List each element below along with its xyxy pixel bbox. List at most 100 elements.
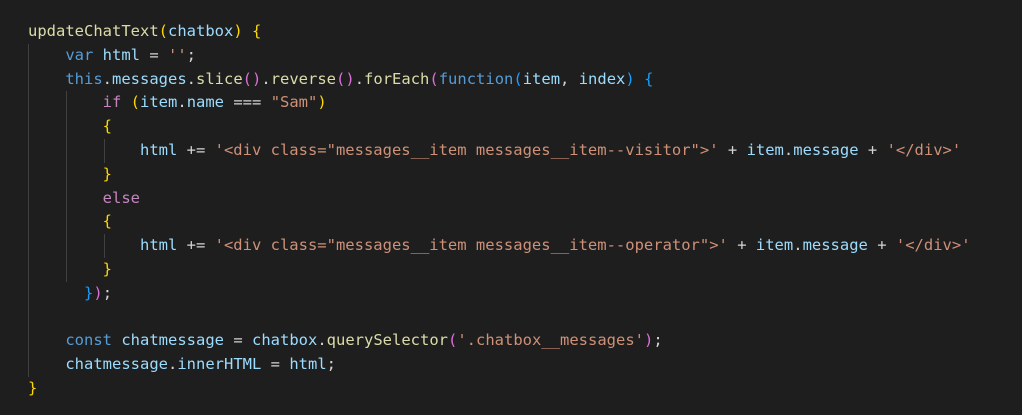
code-token: html <box>139 140 178 159</box>
code-token: += <box>177 236 215 255</box>
code-token: slice <box>196 69 243 88</box>
code-token: . <box>167 355 178 374</box>
code-line[interactable]: chatmessage.innerHTML = html; <box>0 353 1022 377</box>
code-line[interactable]: { <box>0 115 1022 139</box>
code-token: index <box>578 69 626 88</box>
code-token: { <box>102 212 112 231</box>
code-token: } <box>28 378 38 397</box>
code-token: () <box>242 69 262 88</box>
code-token: '</div>' <box>886 140 962 159</box>
code-token: = <box>261 355 290 374</box>
code-token: = <box>224 331 252 350</box>
code-text: const chatmessage = chatbox.querySelecto… <box>28 329 662 353</box>
code-token: html <box>289 355 327 374</box>
code-token: } <box>102 259 112 278</box>
indent-guide <box>28 305 29 330</box>
code-line[interactable]: } <box>0 162 1022 187</box>
code-token: updateChatText <box>28 22 159 40</box>
code-token: { <box>644 69 654 88</box>
code-token: '' <box>168 45 187 64</box>
code-line[interactable]: html += '<div class="messages__item mess… <box>0 234 1022 258</box>
code-text: updateChatText(chatbox) { <box>28 20 261 44</box>
code-token: else <box>102 188 140 207</box>
code-text: html += '<div class="messages__item mess… <box>28 234 971 258</box>
code-token: ) <box>317 93 327 112</box>
code-line[interactable]: const chatmessage = chatbox.querySelecto… <box>0 329 1022 354</box>
code-token: ( <box>448 331 458 350</box>
code-token: ( <box>158 22 168 40</box>
code-token: . <box>261 69 271 88</box>
code-token: html <box>102 45 140 64</box>
code-text: if (item.name === "Sam") <box>28 91 327 115</box>
code-token: item <box>522 69 561 88</box>
code-token: var <box>65 45 94 64</box>
code-token: + <box>858 140 887 159</box>
code-token: . <box>783 140 794 159</box>
code-token: . <box>186 69 196 88</box>
code-line[interactable] <box>0 305 1022 330</box>
code-token: () <box>336 69 355 88</box>
code-line[interactable]: }); <box>0 281 1022 306</box>
code-line[interactable]: } <box>0 257 1022 282</box>
code-token: + <box>727 236 756 255</box>
code-token: '.chatbox__messages' <box>457 331 644 350</box>
code-text: this.messages.slice().reverse().forEach(… <box>28 68 653 92</box>
code-line[interactable]: else <box>0 186 1022 211</box>
code-token: ; <box>186 45 197 64</box>
code-line[interactable]: } <box>0 377 1022 401</box>
code-token: ( <box>513 69 523 88</box>
code-token: item <box>746 140 784 159</box>
code-token: reverse <box>270 69 337 88</box>
code-token: . <box>317 331 327 350</box>
code-token: ) <box>233 22 243 40</box>
code-token: . <box>354 69 365 88</box>
code-token: + <box>718 140 747 159</box>
code-token: name <box>186 93 225 112</box>
code-token: . <box>177 93 187 112</box>
code-token: { <box>252 22 262 40</box>
code-token: . <box>793 236 803 255</box>
code-line[interactable]: updateChatText(chatbox) { <box>0 20 1022 44</box>
code-token: ) <box>625 69 635 88</box>
code-token: += <box>177 140 215 159</box>
code-token: = <box>140 45 168 64</box>
code-token: . <box>102 69 112 88</box>
code-line[interactable]: var html = ''; <box>0 43 1022 68</box>
code-token: + <box>867 236 896 255</box>
code-token: if <box>102 93 122 112</box>
code-token: chatbox <box>168 22 234 40</box>
code-editor[interactable]: updateChatText(chatbox) { var html = '';… <box>0 0 1022 415</box>
code-token: , <box>560 69 579 88</box>
code-token: ; <box>102 283 113 302</box>
code-text: { <box>28 210 112 234</box>
code-text: html += '<div class="messages__item mess… <box>28 139 961 163</box>
code-line[interactable]: this.messages.slice().reverse().forEach(… <box>0 67 1022 92</box>
code-token: ) <box>93 283 103 302</box>
code-token: this <box>65 69 103 88</box>
code-line[interactable]: html += '<div class="messages__item mess… <box>0 138 1022 163</box>
code-token: ( <box>130 93 141 112</box>
code-text: } <box>28 377 37 401</box>
code-text: else <box>28 187 140 211</box>
code-line[interactable]: if (item.name === "Sam") <box>0 91 1022 116</box>
code-line[interactable]: { <box>0 210 1022 235</box>
code-text: } <box>28 163 112 187</box>
code-token: querySelector <box>326 331 448 350</box>
code-text: chatmessage.innerHTML = html; <box>28 353 336 377</box>
code-token: chatmessage <box>65 355 168 374</box>
code-token: ( <box>429 69 439 88</box>
